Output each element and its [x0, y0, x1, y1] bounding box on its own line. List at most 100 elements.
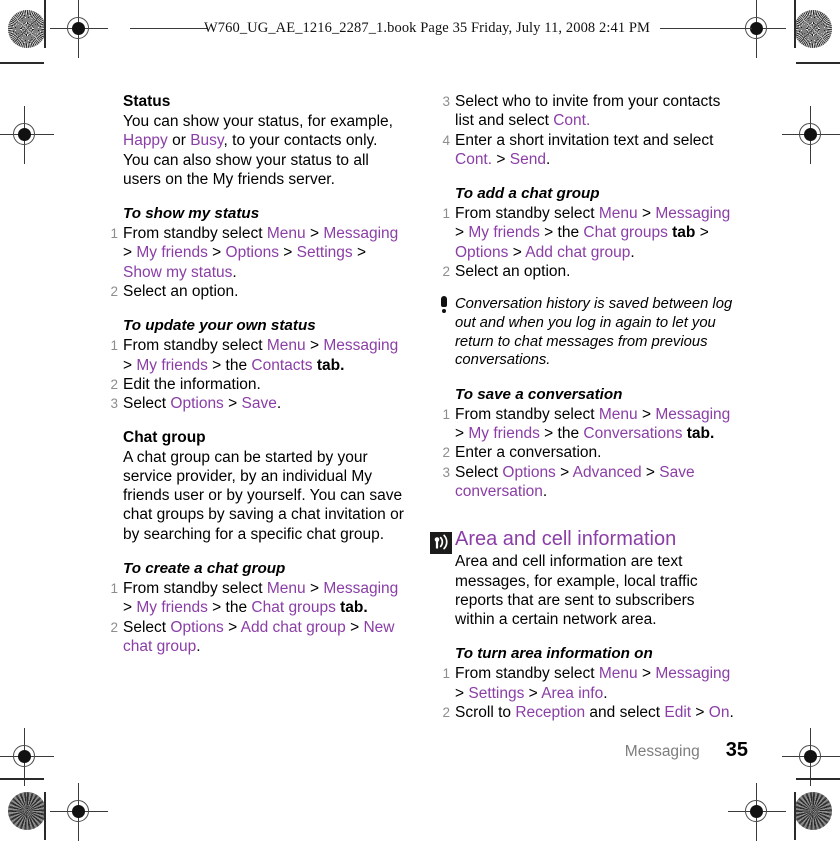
procedure-step: 2 Edit the information.: [106, 375, 406, 394]
step-number: 1: [110, 338, 118, 354]
ui-path-token: My friends: [136, 244, 208, 262]
step-text: > the: [539, 224, 584, 242]
step-text: From standby select: [455, 665, 599, 683]
step-text: >: [123, 356, 137, 374]
ui-path-token: Messaging: [655, 665, 731, 683]
registration-target-right-upper: [782, 106, 840, 164]
paragraph-chat-group: A chat group can be started by your serv…: [123, 448, 404, 543]
ui-path-token: Cont.: [455, 150, 493, 168]
header-rule-left: [130, 28, 208, 29]
procedure-step: 2 Select Options > Add chat group > New c…: [106, 618, 406, 657]
step-text: >: [305, 580, 324, 598]
ui-path-token: Menu: [598, 405, 638, 423]
step-number: 1: [442, 206, 450, 222]
step-text: >: [695, 224, 709, 242]
ui-path-token: Edit: [664, 704, 692, 722]
steps-continued-from-previous-column: 3 Select who to invite from your contacts…: [438, 92, 738, 169]
ui-path-token: Options: [502, 463, 556, 481]
heading-to-update-your-own-status: To update your own status: [123, 317, 316, 335]
registration-target-right-lower: [782, 728, 840, 786]
step-number: 2: [442, 264, 450, 280]
status-text-1: You can show your status, for example,: [123, 113, 393, 130]
ui-path-token: On: [708, 704, 730, 722]
step-text: >: [637, 205, 656, 223]
procedure-step: 2 Select an option.: [438, 262, 738, 281]
step-text: >: [305, 225, 324, 243]
book-header-line: W760_UG_AE_1216_2287_1.book Page 35 Frid…: [204, 20, 651, 36]
step-text: >: [207, 244, 226, 262]
ui-path-token: Options: [455, 243, 509, 261]
step-number: 2: [110, 376, 118, 392]
step-text: .: [276, 395, 282, 413]
ui-path-token: Chat groups: [583, 224, 668, 242]
ui-path-token: Area info: [541, 684, 604, 702]
step-text: > the: [207, 599, 252, 617]
ui-path-token: Chat groups: [251, 599, 336, 617]
ui-path-token: Add chat group: [240, 618, 346, 636]
registration-target-bottom-left: [50, 783, 108, 841]
step-text: Select: [123, 395, 171, 413]
trim-mark-vertical-right-bottom: [794, 792, 796, 840]
procedure-step: 1 From standby select Menu > Messaging > …: [438, 405, 738, 444]
ui-path-token: Menu: [598, 205, 638, 223]
ui-path-token: Conversations: [583, 425, 683, 443]
procedure-step: 3 Select Options > Advanced > Save conver…: [438, 463, 738, 502]
heading-to-turn-area-information-on: To turn area information on: [455, 645, 653, 663]
ui-path-token: Add chat group: [525, 243, 631, 261]
step-number: 3: [442, 464, 450, 480]
procedure-step: 1 From standby select Menu > Messaging > …: [438, 204, 738, 262]
registration-target-bottom-right: [728, 783, 786, 841]
procedure-step: 2 Enter a conversation.: [438, 443, 738, 462]
step-text-bold: tab.: [682, 425, 715, 443]
procedure-step: 1 From standby select Menu > Messaging > …: [106, 579, 406, 618]
trim-mark-vertical-left: [44, 0, 46, 48]
step-text: >: [305, 337, 324, 355]
step-text: Enter a short invitation text and select: [455, 131, 714, 149]
left-column: Status You can show your status, for exa…: [106, 92, 406, 656]
section-title: Area and cell information: [455, 528, 677, 551]
procedure-step: 2 Select an option.: [106, 282, 406, 301]
step-text: > the: [539, 425, 584, 443]
registration-target-left-lower: [0, 728, 54, 786]
step-text: >: [455, 684, 469, 702]
step-number: 3: [110, 396, 118, 412]
step-text-bold: tab: [667, 224, 696, 242]
registration-starburst-top-left: [8, 10, 46, 48]
step-text: >: [455, 224, 469, 242]
heading-to-save-a-conversation: To save a conversation: [455, 385, 623, 403]
step-text: Select: [123, 618, 171, 636]
step-text: Enter a conversation.: [455, 444, 602, 462]
ui-path-token: Menu: [266, 225, 306, 243]
page-footer: Messaging 35: [625, 739, 748, 762]
status-value-happy: Happy: [123, 132, 168, 150]
step-number: 2: [110, 619, 118, 635]
header-rule-right: [660, 28, 752, 29]
heading-to-show-my-status: To show my status: [123, 205, 260, 223]
ui-path-token: My friends: [468, 224, 540, 242]
step-text: >: [123, 599, 137, 617]
step-text: >: [223, 618, 241, 636]
registration-target-top-right: [728, 0, 786, 58]
registration-starburst-bottom-right: [794, 792, 832, 830]
steps-to-save-a-conversation: 1 From standby select Menu > Messaging > …: [438, 405, 738, 501]
step-text: .: [630, 243, 635, 261]
step-text: From standby select: [123, 580, 267, 598]
trim-mark-left-top: [0, 62, 44, 64]
procedure-step: 1 From standby select Menu > Messaging > …: [106, 224, 406, 282]
steps-to-turn-area-information-on: 1 From standby select Menu > Messaging > …: [438, 664, 738, 722]
status-text-2: or: [167, 132, 191, 150]
step-number: 1: [110, 226, 118, 242]
ui-path-token: Messaging: [323, 225, 399, 243]
trim-mark-right-bottom: [796, 778, 840, 780]
steps-to-update-your-own-status: 1 From standby select Menu > Messaging > …: [106, 336, 406, 413]
heading-chat-group: Chat group: [123, 428, 206, 446]
steps-to-add-a-chat-group: 1 From standby select Menu > Messaging > …: [438, 204, 738, 281]
ui-path-token: Settings: [296, 244, 353, 262]
step-text: Scroll to: [455, 704, 516, 722]
step-text: From standby select: [455, 205, 599, 223]
section-paragraph: Area and cell information are text messa…: [455, 553, 698, 629]
step-text: .: [542, 482, 548, 500]
step-text: .: [232, 263, 237, 281]
trim-mark-left-bottom: [0, 778, 44, 780]
status-value-busy: Busy: [190, 132, 224, 150]
